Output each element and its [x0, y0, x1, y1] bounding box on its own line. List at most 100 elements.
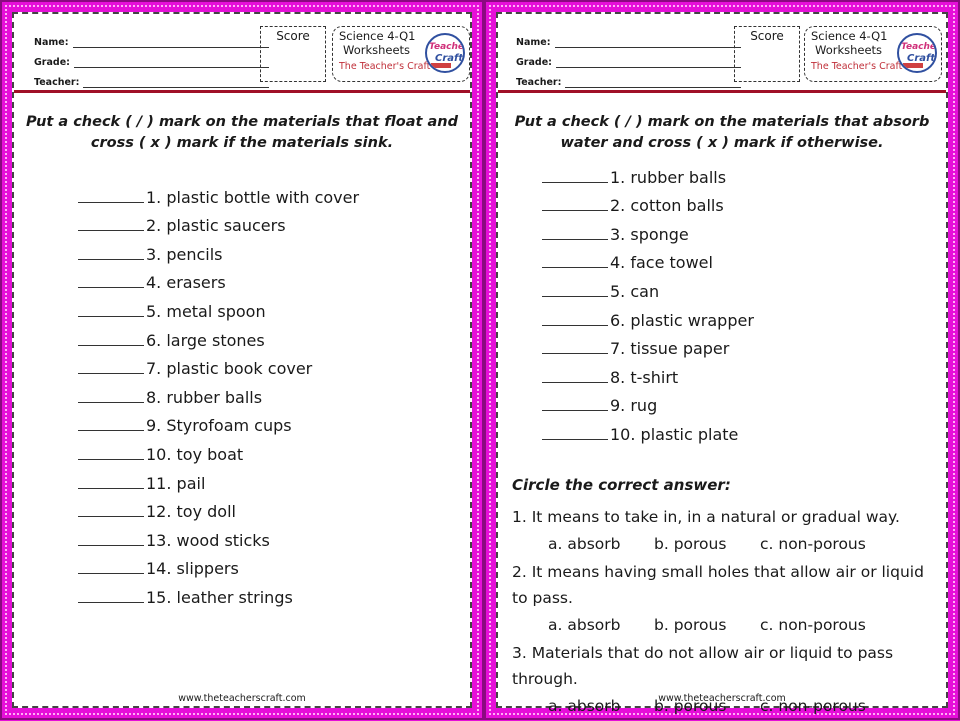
list-item: 13. wood sticks — [78, 521, 359, 550]
list-item: 8. rubber balls — [78, 378, 359, 407]
name-field[interactable]: Name: — [34, 28, 269, 48]
score-label: Score — [276, 29, 310, 43]
grade-line[interactable] — [555, 56, 741, 68]
answer-blank[interactable] — [78, 230, 144, 232]
section-title: Circle the correct answer: — [512, 476, 731, 494]
materials-list: 1. rubber balls 2. cotton balls 3. sponge 4… — [542, 158, 754, 444]
answer-blank[interactable] — [542, 210, 608, 212]
grade-field[interactable]: Grade: — [516, 48, 741, 68]
teacher-line[interactable] — [565, 76, 741, 88]
answer-option[interactable]: a. absorb — [548, 530, 654, 559]
answer-blank[interactable] — [78, 287, 144, 289]
answer-blank[interactable] — [542, 238, 608, 240]
teacher-line[interactable] — [83, 76, 269, 88]
answer-option[interactable]: c. non-porous — [760, 530, 866, 559]
item-label: 1. plastic bottle with cover — [146, 187, 360, 207]
score-box: Score — [734, 26, 800, 82]
answer-blank[interactable] — [78, 601, 144, 603]
instruction-line: Put a check ( / ) mark on the materials … — [514, 114, 930, 130]
instructions: Put a check ( / ) mark on the materials … — [22, 112, 462, 154]
answer-option[interactable]: c. non-porous — [760, 611, 866, 640]
list-item: 3. sponge — [542, 215, 754, 244]
name-field[interactable]: Name: — [516, 28, 741, 48]
list-item: 5. metal spoon — [78, 292, 359, 321]
answer-blank[interactable] — [78, 458, 144, 460]
answer-blank[interactable] — [78, 344, 144, 346]
answer-blank[interactable] — [78, 487, 144, 489]
item-label: 10. toy boat — [146, 444, 244, 464]
answer-blank[interactable] — [78, 373, 144, 375]
answer-blank[interactable] — [78, 430, 144, 432]
teacher-label: Teacher: — [516, 77, 562, 88]
answer-blank[interactable] — [542, 410, 608, 412]
logo-book-icon — [431, 63, 451, 68]
instructions: Put a check ( / ) mark on the materials … — [506, 112, 938, 154]
list-item: 1. rubber balls — [542, 158, 754, 187]
answer-blank[interactable] — [542, 381, 608, 383]
worksheet-page-left: Name: Grade: Teacher: Score Science 4-Q1… — [0, 0, 484, 720]
list-item: 6. plastic wrapper — [542, 301, 754, 330]
item-label: 2. plastic saucers — [146, 216, 286, 236]
answer-blank[interactable] — [542, 438, 608, 440]
list-item: 2. plastic saucers — [78, 207, 359, 236]
name-label: Name: — [34, 37, 69, 48]
list-item: 9. Styrofoam cups — [78, 407, 359, 435]
list-item: 4. erasers — [78, 264, 359, 292]
answer-blank[interactable] — [78, 201, 144, 203]
list-item: 12. toy doll — [78, 493, 359, 521]
name-line[interactable] — [554, 36, 741, 48]
answer-blank[interactable] — [542, 181, 608, 183]
list-item: 7. tissue paper — [542, 330, 754, 359]
score-box: Score — [260, 26, 326, 82]
answer-blank[interactable] — [78, 401, 144, 403]
item-label: 1. rubber balls — [610, 167, 727, 187]
name-label: Name: — [516, 37, 551, 48]
item-label: 10. plastic plate — [610, 424, 739, 444]
circle-answer-section: Circle the correct answer: 1. It means t… — [512, 476, 938, 721]
list-item: 1. plastic bottle with cover — [78, 178, 359, 207]
answer-blank[interactable] — [78, 544, 144, 546]
answer-blank[interactable] — [78, 573, 144, 575]
answer-blank[interactable] — [542, 295, 608, 297]
item-label: 7. plastic book cover — [146, 359, 313, 379]
list-item: 3. pencils — [78, 235, 359, 264]
answer-blank[interactable] — [78, 258, 144, 260]
teachers-craft-logo-icon: Teacher's Craft — [897, 33, 937, 73]
answer-options: a. absorb b. porous c. non-porous — [512, 611, 938, 640]
list-item: 11. pail — [78, 464, 359, 493]
answer-option[interactable]: a. absorb — [548, 611, 654, 640]
worksheet-header: Name: Grade: Teacher: Score Science 4-Q1… — [498, 14, 946, 90]
item-label: 8. rubber balls — [146, 387, 263, 407]
list-item: 9. rug — [542, 387, 754, 416]
answer-option[interactable]: b. porous — [654, 611, 760, 640]
grade-label: Grade: — [34, 57, 70, 68]
item-label: 14. slippers — [146, 559, 239, 579]
answer-blank[interactable] — [542, 324, 608, 326]
item-label: 11. pail — [146, 473, 206, 493]
item-label: 6. plastic wrapper — [610, 310, 754, 330]
answer-blank[interactable] — [542, 267, 608, 269]
worksheet-sheet: Name: Grade: Teacher: Score Science 4-Q1… — [496, 12, 948, 715]
teachers-craft-logo-icon: Teacher's Craft — [425, 33, 465, 73]
question-text: 1. It means to take in, in a natural or … — [512, 508, 900, 526]
answer-blank[interactable] — [78, 315, 144, 317]
item-label: 9. rug — [610, 396, 658, 416]
answer-blank[interactable] — [542, 353, 608, 355]
answer-options: a. absorb b. porous c. non-porous — [512, 530, 938, 559]
header-divider — [498, 90, 946, 93]
teacher-field[interactable]: Teacher: — [34, 68, 269, 88]
item-label: 7. tissue paper — [610, 339, 730, 359]
grade-field[interactable]: Grade: — [34, 48, 269, 68]
question-text: 2. It means having small holes that allo… — [512, 563, 924, 607]
grade-line[interactable] — [73, 56, 269, 68]
answer-blank[interactable] — [78, 516, 144, 518]
item-label: 3. sponge — [610, 224, 689, 244]
grade-label: Grade: — [516, 57, 552, 68]
answer-option[interactable]: b. porous — [654, 530, 760, 559]
worksheet-page-right: Name: Grade: Teacher: Score Science 4-Q1… — [484, 0, 960, 720]
teacher-field[interactable]: Teacher: — [516, 68, 741, 88]
footer-url: www.theteacherscraft.com — [178, 693, 306, 704]
worksheet-header: Name: Grade: Teacher: Score Science 4-Q1… — [14, 14, 470, 90]
name-line[interactable] — [72, 36, 269, 48]
item-label: 15. leather strings — [146, 587, 293, 607]
